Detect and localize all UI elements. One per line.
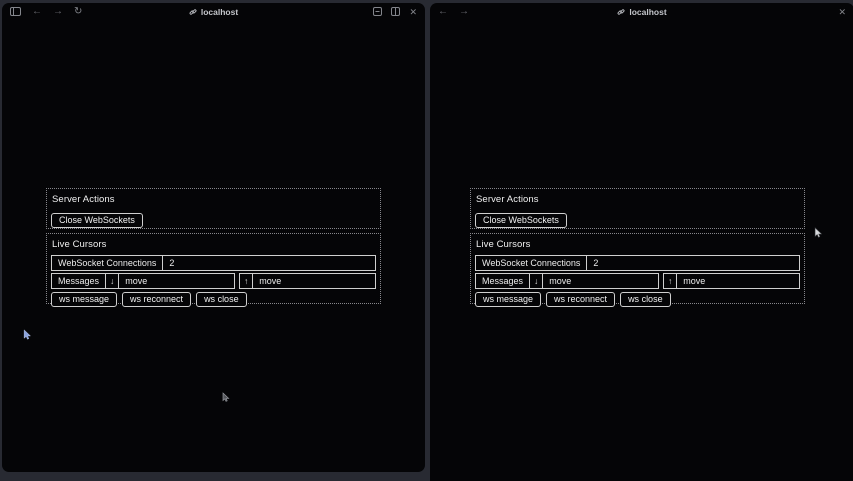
ws-reconnect-button[interactable]: ws reconnect xyxy=(546,292,615,307)
reload-icon[interactable]: ↻ xyxy=(74,7,82,17)
connections-value: 2 xyxy=(587,256,799,270)
connections-value: 2 xyxy=(163,256,375,270)
link-icon xyxy=(189,8,197,16)
server-actions-panel: Server Actions Close WebSockets xyxy=(470,188,805,229)
sidebar-toggle-icon[interactable] xyxy=(10,7,21,16)
back-icon[interactable]: ← xyxy=(438,7,448,17)
connections-row: WebSocket Connections 2 xyxy=(51,255,376,271)
messages-incoming-box: Messages ↓ move xyxy=(475,273,659,289)
window-title: localhost xyxy=(201,7,238,17)
connections-label: WebSocket Connections xyxy=(476,256,587,270)
titlebar-left-controls: ← → xyxy=(438,7,469,17)
connections-row: WebSocket Connections 2 xyxy=(475,255,800,271)
forward-icon[interactable]: → xyxy=(53,7,63,17)
browser-window-right: ← → localhost ✕ Server Actions Close Web… xyxy=(430,3,853,481)
titlebar-left-controls: ← → ↻ xyxy=(10,7,82,17)
incoming-event-value: move xyxy=(543,274,658,288)
titlebar-right-controls: ✕ xyxy=(373,7,417,17)
titlebar: ← → localhost ✕ xyxy=(430,3,853,20)
down-arrow-icon: ↓ xyxy=(106,274,119,288)
live-cursors-heading: Live Cursors xyxy=(476,239,800,250)
ws-close-button[interactable]: ws close xyxy=(196,292,247,307)
close-websockets-button[interactable]: Close WebSockets xyxy=(475,213,567,228)
close-icon[interactable]: ✕ xyxy=(838,7,846,17)
ws-message-button[interactable]: ws message xyxy=(51,292,117,307)
close-websockets-button[interactable]: Close WebSockets xyxy=(51,213,143,228)
forward-icon[interactable]: → xyxy=(459,7,469,17)
ws-message-button[interactable]: ws message xyxy=(475,292,541,307)
messages-outgoing-box: ↑ move xyxy=(239,273,376,289)
outgoing-event-value: move xyxy=(253,274,375,288)
titlebar-right-controls: ✕ xyxy=(838,7,846,17)
live-cursors-panel: Live Cursors WebSocket Connections 2 Mes… xyxy=(46,233,381,304)
down-arrow-icon: ↓ xyxy=(530,274,543,288)
reader-icon[interactable] xyxy=(373,7,382,16)
back-icon[interactable]: ← xyxy=(32,7,42,17)
browser-window-left: ← → ↻ localhost ✕ Server Actions Close W… xyxy=(2,3,425,472)
ws-close-button[interactable]: ws close xyxy=(620,292,671,307)
live-cursors-panel: Live Cursors WebSocket Connections 2 Mes… xyxy=(470,233,805,304)
messages-row: Messages ↓ move ↑ move xyxy=(51,273,376,289)
live-cursors-heading: Live Cursors xyxy=(52,239,376,250)
ws-buttons-row: ws message ws reconnect ws close xyxy=(51,292,376,307)
window-title: localhost xyxy=(629,7,666,17)
messages-incoming-box: Messages ↓ move xyxy=(51,273,235,289)
messages-row: Messages ↓ move ↑ move xyxy=(475,273,800,289)
titlebar: ← → ↻ localhost ✕ xyxy=(2,3,425,20)
connections-label: WebSocket Connections xyxy=(52,256,163,270)
address-title: localhost xyxy=(430,3,853,20)
ws-buttons-row: ws message ws reconnect ws close xyxy=(475,292,800,307)
close-icon[interactable]: ✕ xyxy=(409,7,417,17)
link-icon xyxy=(617,8,625,16)
split-view-icon[interactable] xyxy=(391,7,400,16)
server-actions-heading: Server Actions xyxy=(476,194,800,205)
up-arrow-icon: ↑ xyxy=(664,274,677,288)
ws-reconnect-button[interactable]: ws reconnect xyxy=(122,292,191,307)
messages-label: Messages xyxy=(52,274,106,288)
outgoing-event-value: move xyxy=(677,274,799,288)
server-actions-heading: Server Actions xyxy=(52,194,376,205)
up-arrow-icon: ↑ xyxy=(240,274,253,288)
incoming-event-value: move xyxy=(119,274,234,288)
messages-outgoing-box: ↑ move xyxy=(663,273,800,289)
server-actions-panel: Server Actions Close WebSockets xyxy=(46,188,381,229)
messages-label: Messages xyxy=(476,274,530,288)
